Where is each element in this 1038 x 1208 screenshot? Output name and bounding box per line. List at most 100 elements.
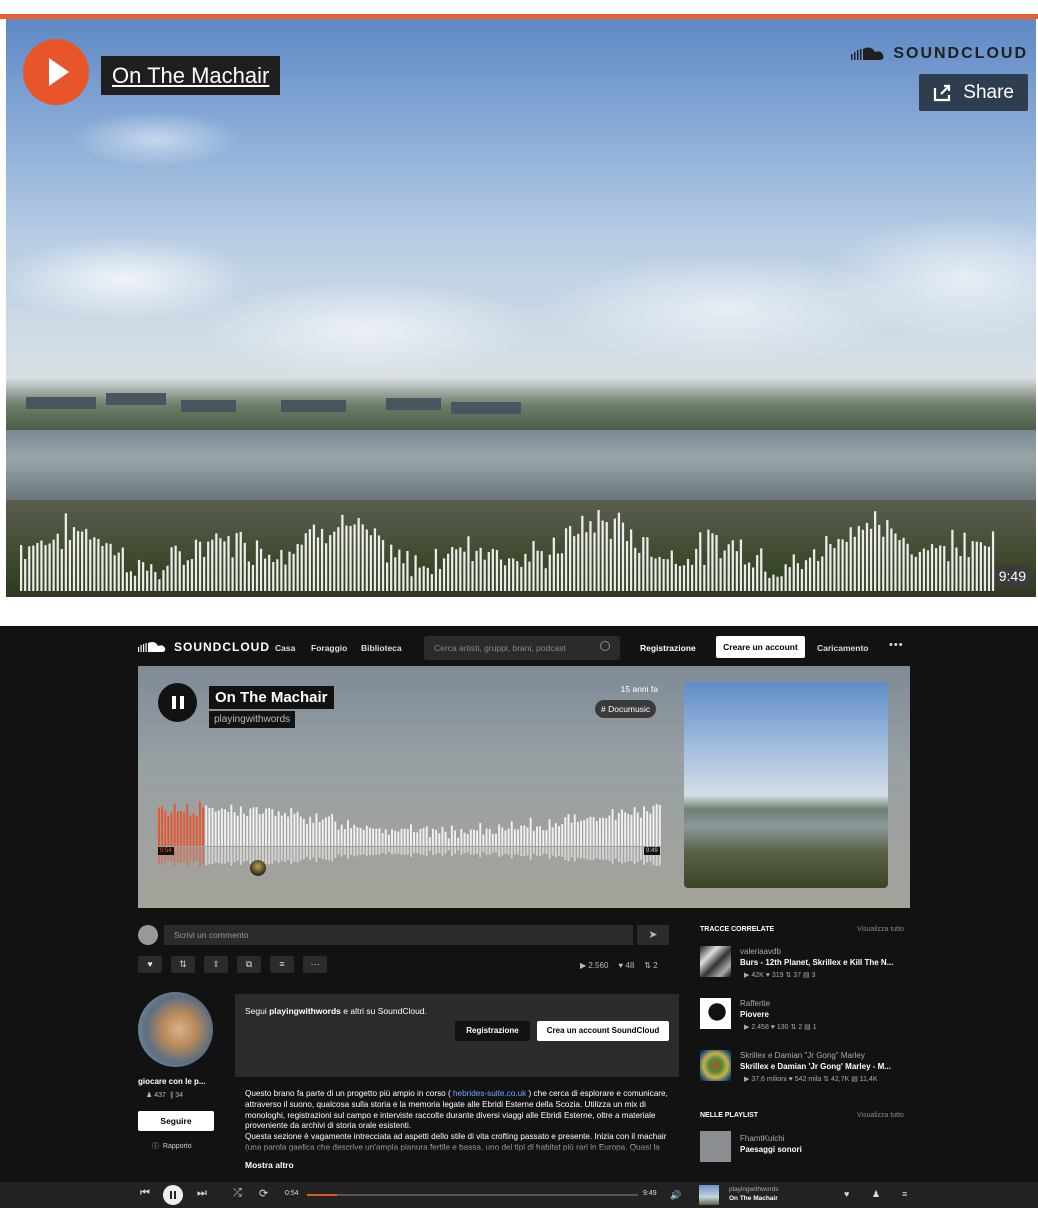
related-view-all-link[interactable]: Visualizza tutto (857, 926, 904, 933)
waveform-bar (265, 808, 267, 846)
share-button[interactable]: Share (919, 74, 1028, 111)
waveform-reflection (208, 847, 211, 865)
related-track-artwork[interactable] (700, 946, 731, 977)
related-track-user[interactable]: Raffertie (740, 999, 770, 1008)
player-pause-button[interactable] (163, 1185, 183, 1205)
follow-button[interactable]: Seguire (138, 1111, 214, 1131)
waveform-bar (512, 558, 515, 591)
waveform-bar (482, 834, 485, 846)
waveform-bar (621, 522, 625, 591)
waveform-reflection (372, 847, 375, 855)
waveform-reflection (378, 847, 381, 855)
nav-upload-link[interactable]: Caricamento (817, 643, 869, 653)
waveform-reflection (230, 847, 233, 866)
share-icon-button[interactable]: ⇪ (204, 956, 228, 973)
copy-link-button[interactable]: ⧉ (237, 956, 261, 973)
waveform-bar (302, 818, 305, 846)
waveform-bar (772, 574, 775, 591)
waveform-reflection (302, 847, 305, 860)
search-icon[interactable] (600, 641, 610, 651)
player-mini-artwork[interactable] (699, 1185, 719, 1205)
embed-play-button[interactable] (23, 39, 89, 105)
nav-create-account-button[interactable]: Creare un account (716, 636, 805, 658)
related-track-artwork[interactable] (700, 1050, 731, 1081)
waveform-bar (548, 554, 551, 591)
waveform-bar (501, 827, 504, 846)
playlist-user[interactable]: FhamtKulchi (740, 1134, 784, 1143)
tracks-icon: ∥ (169, 1092, 174, 1099)
report-link[interactable]: ⓘ Rapporto (152, 1141, 192, 1151)
waveform-bar (551, 827, 554, 846)
waveform-reflection (583, 847, 586, 859)
previous-track-icon[interactable]: ⏮ (140, 1187, 150, 1200)
soundcloud-logo[interactable]: SOUNDCLOUD (851, 45, 1028, 63)
waveform-reflection (501, 847, 504, 856)
search-input[interactable]: Cerca artisti, gruppi, brani, podcast (424, 636, 620, 660)
waveform-bar (394, 557, 397, 591)
waveform-bar (540, 551, 543, 591)
related-track-title[interactable]: Skrillex e Damian 'Jr Gong' Marley - M..… (740, 1062, 891, 1071)
waveform-reflection (217, 847, 220, 864)
artist-name[interactable]: giocare con le p... (138, 1077, 206, 1086)
repost-button[interactable]: ⇅ (171, 956, 195, 973)
waveform-bar (764, 571, 767, 591)
next-track-icon[interactable]: ⏭ (197, 1187, 207, 1200)
waveform-reflection (321, 847, 324, 859)
related-track-user[interactable]: Skrillex e Damian "Jr Gong" Marley (740, 1051, 865, 1060)
like-button[interactable]: ♥ (138, 956, 162, 973)
player-like-icon[interactable]: ♥ (844, 1189, 849, 1199)
nav-link-feed[interactable]: Foraggio (311, 643, 347, 653)
waveform-reflection (469, 847, 472, 855)
shuffle-icon[interactable]: ⤮ (233, 1187, 242, 1200)
nav-signin-button[interactable]: Registrazione (640, 643, 696, 653)
related-track-user[interactable]: valeriaavdb (740, 947, 781, 956)
artist-avatar[interactable] (138, 992, 213, 1067)
signup-text-prefix: Segui (245, 1006, 270, 1016)
waveform-bar (597, 510, 600, 591)
volume-icon[interactable]: 🔊 (670, 1190, 681, 1201)
related-track-title[interactable]: Piovere (740, 1010, 769, 1019)
waveform-bar (560, 553, 564, 591)
waveform-reflection (491, 847, 494, 853)
playlist-artwork[interactable] (700, 1131, 731, 1162)
waveform-reflection (554, 847, 557, 858)
playlist-title[interactable]: Paesaggi sonori (740, 1145, 802, 1154)
embed-track-title[interactable]: On The Machair (101, 56, 281, 95)
repeat-icon[interactable]: ⟳ (259, 1187, 268, 1200)
send-icon[interactable]: ➤ (637, 925, 669, 945)
nav-link-home[interactable]: Casa (275, 643, 295, 653)
waveform-bar (608, 815, 611, 846)
description-link[interactable]: hebrides-suite.co.uk (453, 1089, 526, 1098)
waveform-bar (394, 830, 397, 846)
track-tag[interactable]: # Documusic (595, 700, 657, 718)
more-button[interactable]: ⋯ (303, 956, 327, 973)
related-track-title[interactable]: Burs - 12th Planet, Skrillex e Kill The … (740, 958, 893, 967)
report-label: Rapporto (162, 1143, 192, 1150)
more-options-icon[interactable]: ••• (889, 639, 904, 651)
player-progress-bar[interactable] (307, 1194, 638, 1196)
signup-create-account-button[interactable]: Crea un account SoundCloud (537, 1021, 669, 1041)
playlists-view-all-link[interactable]: Visualizza tutto (857, 1112, 904, 1119)
waveform-reflection (324, 847, 327, 860)
signup-signin-button[interactable]: Registrazione (455, 1021, 530, 1041)
track-artist[interactable]: playingwithwords (209, 711, 296, 728)
embed-waveform[interactable] (20, 499, 996, 591)
related-track-artwork[interactable] (700, 998, 731, 1029)
add-to-next-up-button[interactable]: ≡ (270, 956, 294, 973)
player-mini-title[interactable]: On The Machair (729, 1195, 778, 1202)
soundcloud-cloud-icon (851, 47, 884, 60)
track-waveform[interactable] (158, 796, 662, 871)
show-more-button[interactable]: Mostra altro (245, 1160, 294, 1170)
waveform-total-time: 9:49 (644, 847, 660, 855)
comment-input[interactable]: Scrivi un commento (164, 925, 633, 945)
waveform-comment-avatar[interactable] (250, 860, 266, 876)
waveform-bar (85, 528, 88, 591)
nav-link-library[interactable]: Biblioteca (361, 643, 402, 653)
player-follow-icon[interactable]: ♟ (872, 1189, 880, 1200)
hero-pause-button[interactable] (158, 683, 197, 722)
player-mini-user[interactable]: playingwithwords (729, 1186, 779, 1193)
nav-soundcloud-logo[interactable]: SOUNDCLOUD (138, 640, 270, 654)
next-up-queue-icon[interactable]: ≡ (902, 1189, 907, 1199)
waveform-bar (227, 536, 230, 591)
waveform-reflection (551, 847, 554, 856)
